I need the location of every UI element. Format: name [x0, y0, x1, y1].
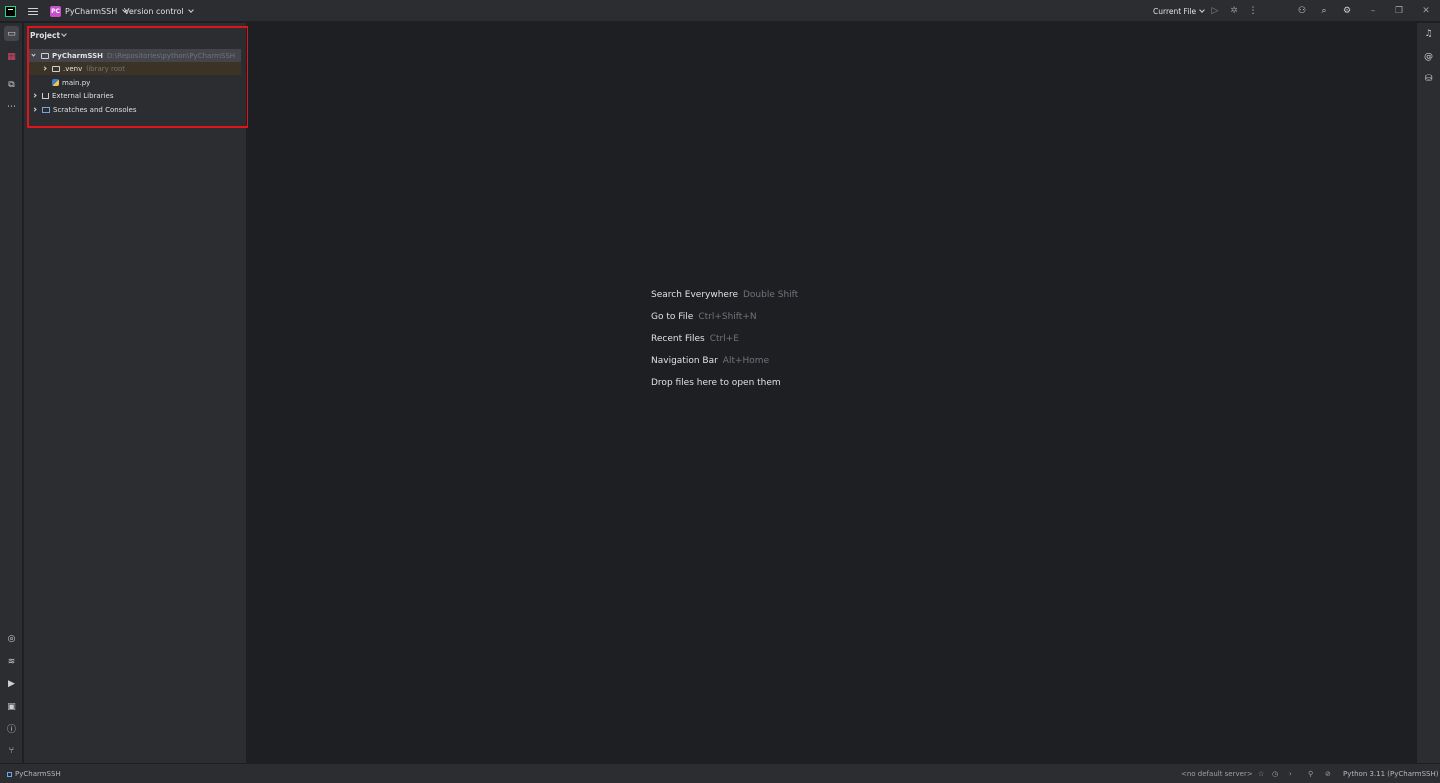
ai-assistant-icon[interactable]: @: [1421, 49, 1436, 64]
database-icon[interactable]: ⛁: [1421, 71, 1436, 86]
close-icon[interactable]: ✕: [1419, 0, 1433, 22]
tree-item-label: .venv: [63, 64, 83, 73]
tree-item-label: main.py: [62, 78, 91, 87]
expand-arrow-icon[interactable]: [31, 52, 36, 57]
project-panel: Project PyCharmSSH D:\Repositories\pytho…: [24, 23, 249, 763]
settings-gear-icon[interactable]: ⚙: [1341, 0, 1353, 22]
tree-item-main-py[interactable]: main.py: [29, 76, 90, 89]
breadcrumb[interactable]: PyCharmSSH: [7, 764, 61, 783]
services-run-icon[interactable]: ▶: [4, 676, 19, 691]
project-panel-title: Project: [30, 30, 61, 40]
project-switcher[interactable]: PC PyCharmSSH: [50, 0, 129, 22]
hint-shortcut: Alt+Home: [722, 356, 770, 366]
more-actions-icon[interactable]: ⋮: [1247, 0, 1259, 22]
expand-arrow-icon[interactable]: [42, 66, 47, 71]
history-icon[interactable]: ◷: [1272, 764, 1278, 783]
more-tools-icon[interactable]: ⋯: [4, 99, 19, 114]
run-configuration-selector[interactable]: Current File: [1153, 0, 1205, 22]
main-menu-icon[interactable]: [28, 0, 38, 22]
hint-shortcut: Double Shift: [743, 290, 799, 300]
notifications-bell-icon[interactable]: ♫: [1421, 26, 1436, 41]
read-only-icon[interactable]: ⊘: [1325, 764, 1331, 783]
python-file-icon: [52, 79, 59, 86]
minimize-icon[interactable]: –: [1366, 0, 1380, 22]
chevron-down-icon: [61, 31, 67, 37]
hint-navigation-bar: Navigation Bar Alt+Home: [651, 350, 798, 372]
restore-icon[interactable]: ❐: [1392, 0, 1406, 22]
tree-item-external-libraries[interactable]: External Libraries: [29, 89, 114, 102]
hint-action: Recent Files: [651, 334, 705, 344]
breadcrumb-project: PyCharmSSH: [15, 770, 61, 778]
star-icon[interactable]: ☆: [1258, 764, 1264, 783]
scratches-icon: [42, 106, 50, 113]
git-branch-icon[interactable]: ⑂: [4, 743, 19, 758]
chevron-right-icon[interactable]: ›: [1289, 764, 1292, 783]
plugins-icon[interactable]: ▦: [4, 49, 19, 64]
hint-action: Go to File: [651, 312, 694, 322]
search-icon[interactable]: ⌕: [1318, 0, 1330, 22]
project-folder-icon[interactable]: ▭: [4, 26, 19, 41]
hint-action: Navigation Bar: [651, 356, 718, 366]
status-bar: PyCharmSSH <no default server> ☆ ◷ › ⚲ ⊘…: [0, 763, 1440, 783]
python-interpreter[interactable]: Python 3.11 (PyCharmSSH): [1343, 764, 1438, 783]
project-panel-header[interactable]: Project: [30, 29, 67, 41]
left-tool-strip: ▭ ▦ ⧉ ⋯ ◎ ≋ ▶ ▣ ⓘ ⑂: [0, 23, 23, 763]
vcs-label: Version control: [124, 6, 184, 16]
python-packages-icon[interactable]: ◎: [4, 631, 19, 646]
expand-arrow-icon[interactable]: [32, 93, 37, 98]
title-bar: PC PyCharmSSH Version control Current Fi…: [0, 0, 1440, 22]
deployment-server[interactable]: <no default server>: [1181, 764, 1253, 783]
problems-icon[interactable]: ⓘ: [4, 721, 19, 736]
hint-shortcut: Ctrl+E: [709, 334, 739, 344]
run-icon[interactable]: ▷: [1209, 0, 1221, 22]
hint-shortcut: Ctrl+Shift+N: [698, 312, 757, 322]
run-config-label: Current File: [1153, 6, 1197, 16]
hint-recent-files: Recent Files Ctrl+E: [651, 328, 798, 350]
chevron-down-icon: [187, 7, 194, 13]
tree-item-label: External Libraries: [52, 91, 114, 100]
layers-icon[interactable]: ≋: [4, 654, 19, 669]
hint-action: Search Everywhere: [651, 290, 738, 300]
tree-item-scratches[interactable]: Scratches and Consoles: [29, 103, 137, 116]
editor-area[interactable]: Search Everywhere Double Shift Go to Fil…: [248, 23, 1416, 763]
expand-arrow-icon[interactable]: [32, 107, 37, 112]
tree-item-label: PyCharmSSH: [52, 51, 104, 60]
module-icon: [7, 771, 12, 777]
right-tool-strip: ♫ @ ⛁: [1416, 23, 1440, 763]
add-user-icon[interactable]: ⚇: [1296, 0, 1308, 22]
pycharm-logo-icon[interactable]: [5, 6, 16, 17]
tree-item-path: D:\Repositories\python\PyCharmSSH: [107, 51, 236, 60]
pin-icon[interactable]: ⚲: [1308, 764, 1313, 783]
terminal-icon[interactable]: ▣: [4, 699, 19, 714]
tree-item-venv[interactable]: .venv library root: [29, 62, 241, 75]
folder-icon: [52, 65, 60, 72]
structure-icon[interactable]: ⧉: [4, 77, 19, 92]
version-control-menu[interactable]: Version control: [124, 0, 194, 22]
hint-search-everywhere: Search Everywhere Double Shift: [651, 284, 798, 306]
library-icon: [42, 92, 49, 99]
tree-item-detail: library root: [86, 64, 126, 73]
chevron-down-icon: [1199, 7, 1205, 13]
project-badge: PC: [50, 5, 61, 17]
folder-icon: [41, 52, 49, 59]
debug-icon[interactable]: ✲: [1228, 0, 1240, 22]
hint-drop-files: Drop files here to open them: [651, 372, 798, 394]
hint-go-to-file: Go to File Ctrl+Shift+N: [651, 306, 798, 328]
hint-action: Drop files here to open them: [651, 378, 781, 388]
tree-item-label: Scratches and Consoles: [53, 105, 137, 114]
project-name: PyCharmSSH: [65, 6, 118, 16]
tree-item-project-root[interactable]: PyCharmSSH D:\Repositories\python\PyChar…: [29, 49, 241, 62]
empty-editor-hints: Search Everywhere Double Shift Go to Fil…: [651, 284, 798, 394]
